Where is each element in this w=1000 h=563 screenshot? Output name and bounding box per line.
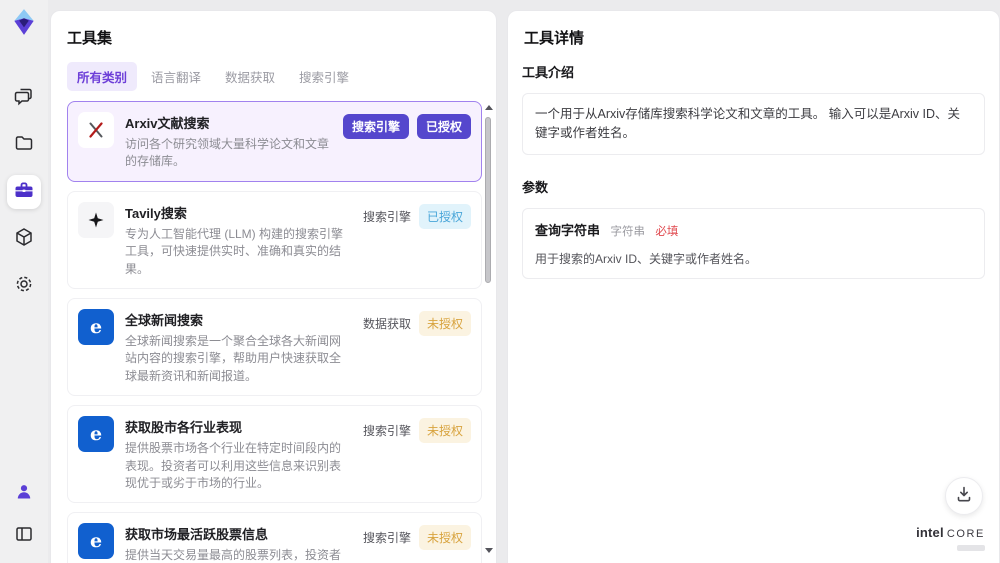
scrollbar-thumb[interactable]	[485, 117, 491, 283]
tab-language-translation[interactable]: 语言翻译	[141, 62, 211, 91]
left-rail	[0, 0, 48, 563]
news-logo-icon: e	[78, 308, 114, 345]
tool-description: 专为人工智能代理 (LLM) 构建的搜索引擎工具，可快速提供实时、准确和真实的结…	[125, 226, 344, 276]
sidebar-item-chat[interactable]	[7, 81, 41, 115]
param-description: 用于搜索的Arxiv ID、关键字或作者姓名。	[535, 251, 758, 266]
details-title: 工具详情	[524, 30, 585, 47]
auth-badge: 已授权	[416, 114, 471, 139]
news-logo-glyph: e	[89, 315, 103, 338]
gear-icon	[14, 274, 34, 299]
sidebar-item-tools[interactable]	[7, 175, 41, 209]
tool-details-panel: 工具详情 工具介绍 一个用于从Arxiv存储库搜索科学论文和文章的工具。 输入可…	[507, 10, 1000, 563]
param-card: 查询字符串 字符串 必填 用于搜索的Arxiv ID、关键字或作者姓名。	[522, 207, 985, 279]
auth-badge: 未授权	[418, 525, 471, 551]
intel-wordmark: intel	[916, 525, 944, 541]
category-badge: 搜索引擎	[362, 531, 411, 546]
tool-title: 全球新闻搜索	[125, 312, 204, 328]
tool-description: 访问各个研究领域大量科学论文和文章的存储库。	[125, 137, 330, 169]
tool-list: Arxiv文献搜索 访问各个研究领域大量科学论文和文章的存储库。 搜索引擎 已授…	[67, 101, 482, 563]
category-badge: 数据获取	[362, 316, 411, 331]
news-logo-glyph: e	[89, 423, 103, 446]
param-header: 查询字符串 字符串 必填	[535, 220, 972, 240]
intel-logo-sub-bar	[957, 545, 985, 551]
sidebar-item-account[interactable]	[7, 477, 41, 511]
download-icon	[954, 484, 974, 509]
tab-data-fetch[interactable]: 数据获取	[215, 62, 285, 91]
tavily-sparkle-icon	[78, 201, 114, 238]
sidebar-item-packages[interactable]	[7, 222, 41, 256]
panel-toggle-icon	[14, 524, 34, 549]
tool-list-panel: 工具集 所有类别 语言翻译 数据获取 搜索引擎 Arxiv文献搜索 访问各个研究…	[50, 10, 497, 563]
sidebar-item-files[interactable]	[7, 128, 41, 162]
tool-card-arxiv[interactable]: Arxiv文献搜索 访问各个研究领域大量科学论文和文章的存储库。 搜索引擎 已授…	[67, 101, 482, 182]
folder-icon	[14, 133, 34, 158]
tool-card-tavily[interactable]: Tavily搜索 专为人工智能代理 (LLM) 构建的搜索引擎工具，可快速提供实…	[67, 190, 482, 289]
intro-heading: 工具介绍	[522, 65, 575, 80]
intel-core-logo: intel CORE	[916, 524, 985, 551]
auth-badge: 未授权	[418, 310, 471, 336]
tool-title: Tavily搜索	[125, 205, 187, 221]
news-logo-icon: e	[78, 416, 114, 453]
param-required-badge: 必填	[655, 225, 679, 238]
category-badge: 搜索引擎	[362, 209, 411, 224]
download-button[interactable]	[945, 477, 983, 515]
category-tabs: 所有类别 语言翻译 数据获取 搜索引擎	[67, 62, 480, 91]
core-wordmark: CORE	[946, 528, 985, 541]
tool-description: 提供当天交易量最高的股票列表，投资者可以利用这些信息来识别流动性强的股票和潜在的…	[125, 548, 342, 563]
user-icon	[14, 482, 34, 507]
category-badge: 搜索引擎	[362, 424, 411, 439]
params-heading: 参数	[522, 179, 549, 195]
cube-icon	[14, 227, 34, 252]
auth-badge: 已授权	[418, 203, 471, 229]
tool-title: 获取股市各行业表现	[125, 420, 243, 436]
tool-title: 获取市场最活跃股票信息	[125, 527, 269, 543]
category-badge: 搜索引擎	[342, 114, 409, 139]
chat-icon	[14, 86, 34, 111]
tool-card-sector-performance[interactable]: e 获取股市各行业表现 提供股票市场各个行业在特定时间段内的表现。投资者可以利用…	[67, 405, 482, 504]
app-logo[interactable]	[11, 8, 37, 41]
tool-title: Arxiv文献搜索	[125, 116, 210, 131]
param-type: 字符串	[610, 225, 645, 238]
arxiv-logo-icon	[78, 112, 114, 148]
tool-description: 提供股票市场各个行业在特定时间段内的表现。投资者可以利用这些信息来识别表现优于或…	[125, 441, 342, 490]
tool-card-global-news[interactable]: e 全球新闻搜索 全球新闻搜索是一个聚合全球各大新闻网站内容的搜索引擎，帮助用户…	[67, 297, 482, 397]
tab-search-engine[interactable]: 搜索引擎	[289, 62, 359, 91]
tab-all-categories[interactable]: 所有类别	[67, 62, 138, 91]
page-title: 工具集	[67, 30, 113, 47]
intro-card: 一个用于从Arxiv存储库搜索科学论文和文章的工具。 输入可以是Arxiv ID…	[522, 93, 985, 155]
list-scrollbar[interactable]	[483, 105, 493, 553]
scroll-up-arrow[interactable]	[485, 105, 493, 110]
param-name: 查询字符串	[535, 222, 601, 238]
news-logo-glyph: e	[89, 530, 103, 553]
news-logo-icon: e	[78, 523, 114, 560]
intro-text: 一个用于从Arxiv存储库搜索科学论文和文章的工具。 输入可以是Arxiv ID…	[535, 107, 961, 140]
sidebar-collapse[interactable]	[7, 519, 41, 553]
tool-description: 全球新闻搜索是一个聚合全球各大新闻网站内容的搜索引擎，帮助用户快速获取全球最新资…	[125, 333, 342, 383]
scroll-down-arrow[interactable]	[485, 548, 493, 553]
auth-badge: 未授权	[418, 418, 471, 444]
sidebar-item-settings[interactable]	[7, 269, 41, 303]
toolbox-icon	[13, 179, 35, 206]
tool-card-active-stocks[interactable]: e 获取市场最活跃股票信息 提供当天交易量最高的股票列表，投资者可以利用这些信息…	[67, 512, 482, 563]
